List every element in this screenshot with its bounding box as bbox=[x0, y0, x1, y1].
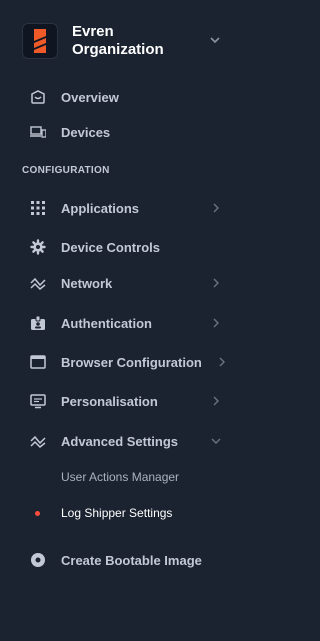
nav-item-advanced-settings[interactable]: Advanced Settings bbox=[30, 429, 230, 453]
devices-icon bbox=[30, 124, 46, 140]
nav-item-browser-configuration[interactable]: Browser Configuration bbox=[30, 350, 230, 374]
chevron-right-icon bbox=[213, 318, 219, 328]
nav-item-overview[interactable]: Overview bbox=[30, 85, 230, 109]
nav-item-device-controls[interactable]: Device Controls bbox=[30, 235, 230, 259]
nav-label: Authentication bbox=[61, 315, 152, 331]
chevron-right-icon bbox=[213, 396, 219, 406]
sub-item-log-shipper-settings[interactable]: Log Shipper Settings bbox=[61, 506, 172, 520]
nav-label: Devices bbox=[61, 124, 111, 140]
id-badge-icon bbox=[30, 315, 46, 331]
nav-item-devices[interactable]: Devices bbox=[30, 120, 230, 144]
nav-item-authentication[interactable]: Authentication bbox=[30, 311, 230, 335]
org-switcher[interactable]: Evren Organization bbox=[22, 21, 228, 61]
chevron-down-icon bbox=[211, 438, 221, 444]
nav-label: Overview bbox=[61, 89, 119, 105]
nav-label: Applications bbox=[61, 200, 140, 216]
sub-item-user-actions-manager[interactable]: User Actions Manager bbox=[61, 470, 179, 484]
nav-label: Personalisation bbox=[61, 393, 158, 409]
org-name: Evren Organization bbox=[72, 23, 164, 58]
gear-icon bbox=[30, 239, 46, 255]
nav-label: Device Controls bbox=[61, 239, 160, 255]
nav-item-applications[interactable]: Applications bbox=[30, 196, 230, 220]
nav-label: Advanced Settings bbox=[61, 433, 179, 449]
nav-item-personalisation[interactable]: Personalisation bbox=[30, 389, 230, 413]
monitor-icon bbox=[30, 393, 46, 409]
browser-window-icon bbox=[30, 354, 46, 370]
grid-icon bbox=[30, 200, 46, 216]
section-heading-configuration: CONFIGURATION bbox=[22, 165, 110, 176]
disc-icon bbox=[30, 552, 46, 568]
active-indicator-dot bbox=[35, 511, 40, 516]
advanced-icon bbox=[30, 433, 46, 449]
chevron-right-icon bbox=[213, 278, 219, 288]
nav-item-network[interactable]: Network bbox=[30, 271, 230, 295]
nav-label: Browser Configuration bbox=[61, 354, 202, 370]
nav-item-create-bootable-image[interactable]: Create Bootable Image bbox=[30, 548, 230, 572]
nav-label: Network bbox=[61, 275, 113, 291]
evren-logo-icon bbox=[22, 23, 58, 59]
network-icon bbox=[30, 275, 46, 291]
nav-label: Create Bootable Image bbox=[61, 552, 202, 568]
chevron-right-icon bbox=[213, 203, 219, 213]
overview-icon bbox=[30, 89, 46, 105]
chevron-down-icon[interactable] bbox=[208, 33, 222, 47]
chevron-right-icon bbox=[219, 357, 225, 367]
